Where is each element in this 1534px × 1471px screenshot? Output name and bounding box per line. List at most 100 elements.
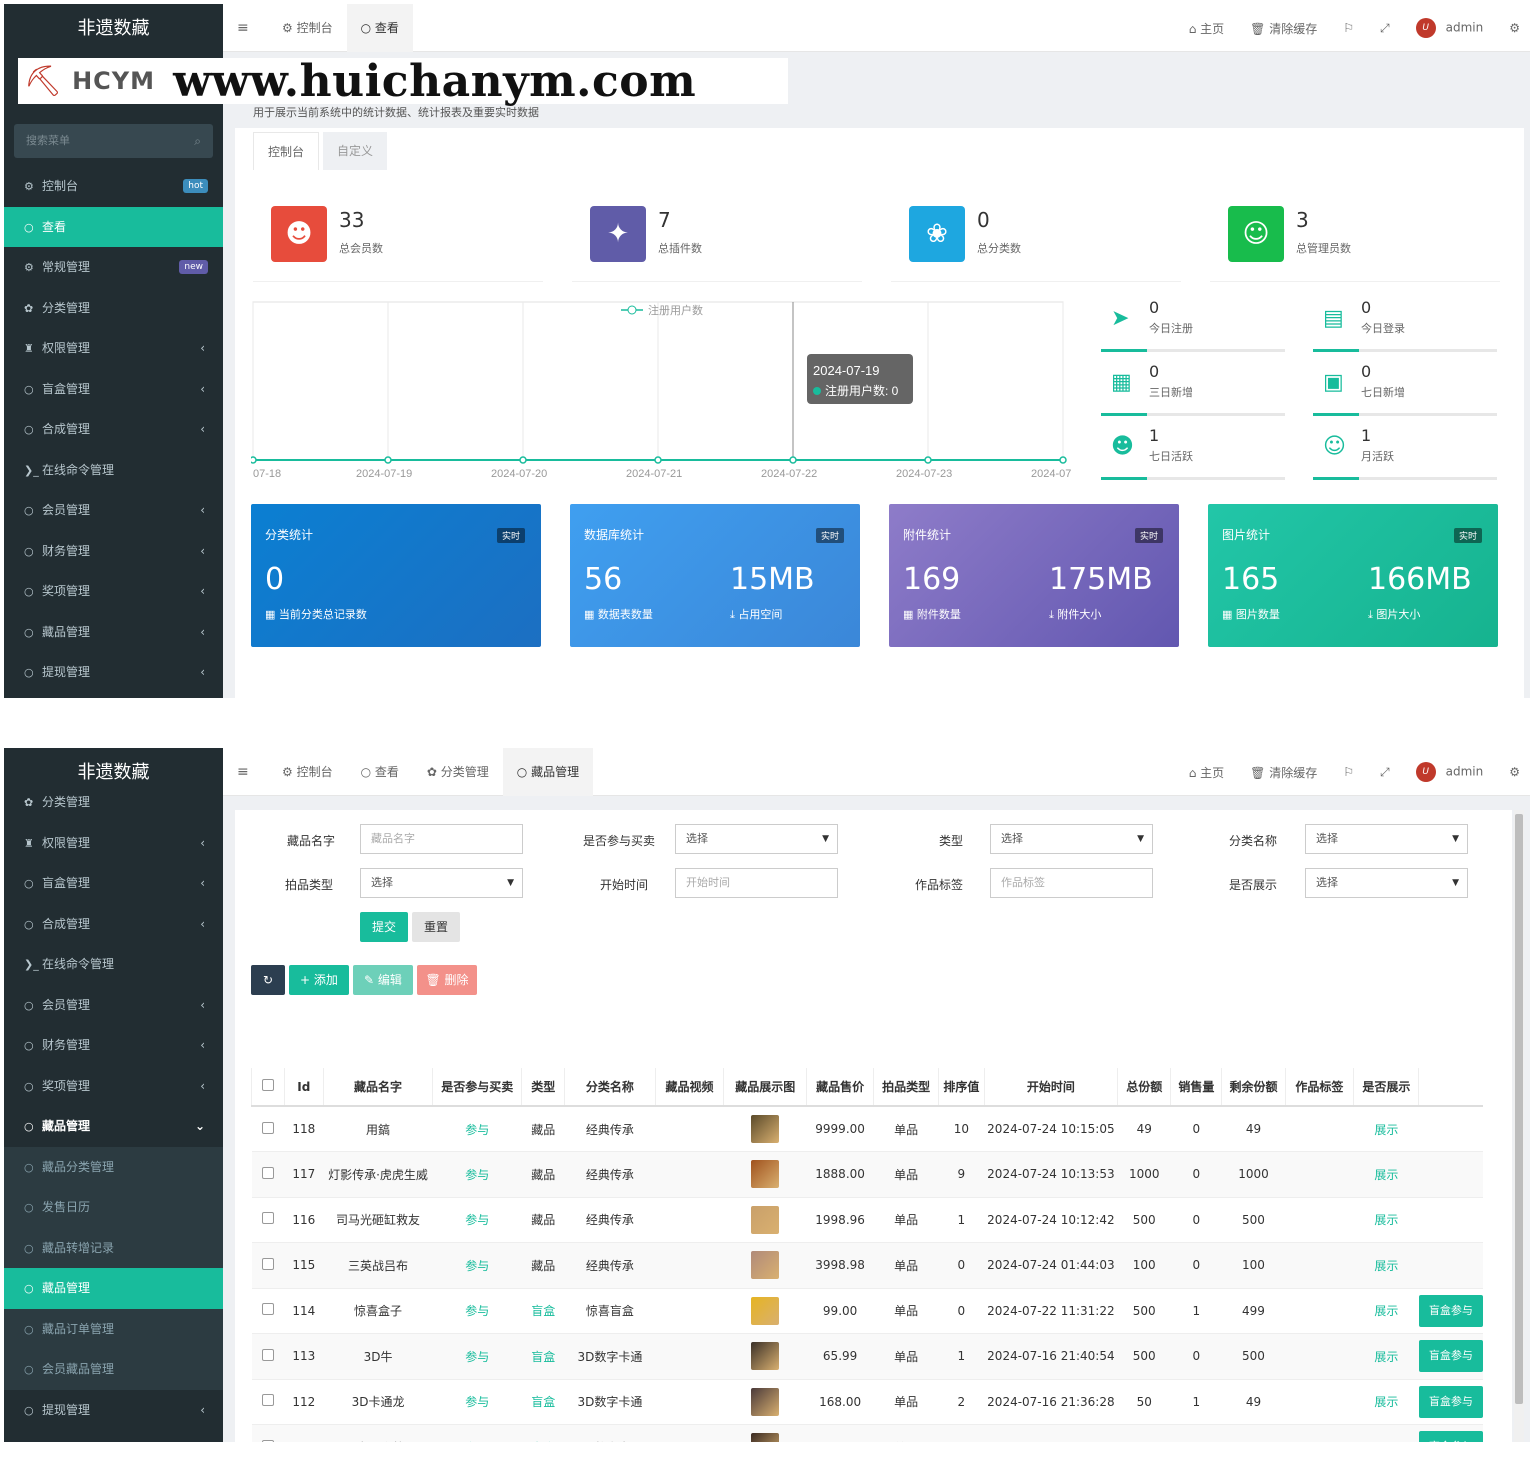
cell-image[interactable]	[723, 1378, 807, 1425]
tag-input[interactable]: 作品标签	[990, 868, 1153, 898]
menu-search-input[interactable]: 搜索菜单 ⌕	[14, 124, 213, 158]
clear-cache-link[interactable]: 🗑 清除缓存	[1250, 20, 1317, 37]
sidebar-item-8[interactable]: ○ 会员管理 ‹	[4, 490, 223, 531]
collection-thumbnail[interactable]	[751, 1205, 780, 1234]
row-checkbox[interactable]	[261, 1257, 274, 1270]
sidebar-item-5[interactable]: ○ 会员管理 ‹	[4, 985, 223, 1026]
fullscreen-icon[interactable]: ⤢	[1380, 21, 1390, 36]
cell-show[interactable]: 展示	[1353, 1424, 1419, 1442]
column-header[interactable]: 是否参与买卖	[432, 1068, 522, 1107]
blindbox-join-button[interactable]: 盲盒参与	[1418, 1385, 1483, 1418]
type-select[interactable]: 选择 ▼	[990, 824, 1153, 854]
data-point[interactable]	[519, 456, 527, 464]
cell-show[interactable]: 展示	[1353, 1333, 1419, 1379]
sidebar-item-6[interactable]: ○ 合成管理 ‹	[4, 409, 223, 450]
blindbox-join-button[interactable]: 盲盒参与	[1418, 1431, 1483, 1442]
cell-show[interactable]: 展示	[1353, 1378, 1419, 1425]
cell-show[interactable]: 展示	[1353, 1105, 1419, 1152]
cell-show[interactable]: 展示	[1353, 1151, 1419, 1197]
home-link[interactable]: ⌂ 主页	[1189, 764, 1224, 781]
tab-3[interactable]: ○ 藏品管理	[502, 748, 594, 796]
sidebar-item-6[interactable]: ○ 财务管理 ‹	[4, 1025, 223, 1066]
translate-icon[interactable]: ⚐	[1343, 765, 1354, 779]
sidebar-item-11[interactable]: ○ 藏品转增记录	[4, 1227, 223, 1268]
cell-show[interactable]: 展示	[1353, 1196, 1419, 1243]
add-button[interactable]: + 添加	[289, 965, 349, 995]
row-select[interactable]	[251, 1287, 285, 1334]
sidebar-item-4[interactable]: ♜ 权限管理 ‹	[4, 328, 223, 369]
table-row[interactable]: 115 三英战吕布 参与 藏品 经典传承 3998.98 单品 0 2024-07-24 01:…	[251, 1242, 1483, 1288]
column-header[interactable]: 藏品视频	[654, 1068, 724, 1107]
row-select[interactable]	[251, 1105, 285, 1152]
collection-thumbnail[interactable]	[751, 1160, 780, 1189]
category-select[interactable]: 选择 ▼	[1305, 824, 1468, 854]
column-header[interactable]: 分类名称	[564, 1068, 656, 1107]
column-header[interactable]: 销售量	[1170, 1068, 1222, 1107]
data-point[interactable]	[1059, 456, 1067, 464]
sidebar-item-10[interactable]: ○ 奖项管理 ‹	[4, 571, 223, 612]
sidebar-item-5[interactable]: ○ 盲盒管理 ‹	[4, 369, 223, 410]
column-header[interactable]: 作品标签	[1284, 1068, 1354, 1107]
fullscreen-icon[interactable]: ⤢	[1380, 765, 1390, 780]
row-select[interactable]	[251, 1424, 285, 1442]
table-row[interactable]: 1113D卡通宇航员参与盲盒3D数字卡通 66.00单品32024-07-16 2…	[251, 1424, 1483, 1442]
name-input[interactable]: 藏品名字	[360, 824, 523, 854]
collection-thumbnail[interactable]	[751, 1115, 780, 1143]
sidebar-item-11[interactable]: ○ 藏品管理 ‹	[4, 612, 223, 653]
collection-thumbnail[interactable]	[751, 1433, 780, 1442]
sidebar-item-4[interactable]: ❯_ 在线命令管理	[4, 944, 223, 985]
cell-image[interactable]	[723, 1242, 807, 1288]
column-header[interactable]: 总份额	[1117, 1068, 1171, 1107]
settings-gear-icon[interactable]: ⚙	[1509, 21, 1520, 35]
tab-0[interactable]: ⚙ 控制台	[268, 4, 347, 52]
show-select[interactable]: 选择 ▼	[1305, 868, 1468, 898]
legend-label[interactable]: 注册用户数	[648, 303, 703, 317]
refresh-button[interactable]: ↻	[251, 965, 285, 995]
sidebar-item-9[interactable]: ○ 藏品分类管理	[4, 1146, 223, 1187]
select-all-checkbox[interactable]	[261, 1079, 274, 1091]
column-header[interactable]: 藏品展示图	[723, 1068, 807, 1107]
user-menu[interactable]: Uadmin	[1415, 762, 1483, 782]
tab-1[interactable]: ○ 查看	[346, 4, 413, 52]
sidebar-item-12[interactable]: ○ 提现管理 ‹	[4, 652, 223, 693]
data-point[interactable]	[251, 456, 257, 464]
table-row[interactable]: 114 惊喜盒子 参与 盲盒 惊喜盲盒 99.00 单品 0 2024-07-22 11:31:…	[251, 1287, 1483, 1334]
sidebar-item-7[interactable]: ❯_ 在线命令管理	[4, 450, 223, 491]
table-row[interactable]: 118 用鎬 参与 藏品 经典传承 9999.00 单品 10 2024-07-24 10:15…	[251, 1105, 1483, 1152]
table-row[interactable]: 117 灯影传承·虎虎生威 参与 藏品 经典传承 1888.00 单品 9 2024-07-24…	[251, 1151, 1483, 1197]
sidebar-item-13[interactable]: ○ 藏品订单管理	[4, 1308, 223, 1349]
select-all-header[interactable]	[251, 1068, 285, 1107]
subtab-1[interactable]: 自定义	[323, 132, 388, 170]
sidebar-item-8[interactable]: ○ 藏品管理 ⌄	[4, 1106, 223, 1147]
vertical-scrollbar[interactable]	[1514, 810, 1524, 1442]
column-header[interactable]: 类型	[521, 1068, 565, 1107]
cell-image[interactable]	[723, 1287, 807, 1334]
column-header[interactable]: Id	[283, 1068, 324, 1107]
tab-0[interactable]: ⚙ 控制台	[268, 748, 347, 796]
sidebar-item-0[interactable]: ⚙ 控制台 hot	[4, 166, 223, 207]
reset-button[interactable]: 重置	[412, 912, 460, 942]
translate-icon[interactable]: ⚐	[1343, 21, 1354, 35]
collection-thumbnail[interactable]	[751, 1342, 780, 1371]
row-checkbox[interactable]	[261, 1212, 274, 1225]
user-menu[interactable]: Uadmin	[1415, 18, 1483, 38]
row-checkbox[interactable]	[261, 1348, 274, 1361]
tab-1[interactable]: ○ 查看	[347, 748, 413, 796]
sidebar-item-3[interactable]: ✿ 分类管理	[4, 288, 223, 329]
row-checkbox[interactable]	[261, 1439, 274, 1442]
sidebar-item-14[interactable]: ○ 会员藏品管理	[4, 1349, 223, 1390]
sidebar-toggle-icon[interactable]: ≡	[237, 4, 249, 52]
column-header[interactable]: 开始时间	[983, 1068, 1118, 1107]
sidebar-item-3[interactable]: ○ 合成管理 ‹	[4, 904, 223, 945]
column-header[interactable]: 拍品类型	[873, 1068, 939, 1107]
sidebar-item-12[interactable]: ○ 藏品管理	[4, 1268, 223, 1309]
column-header[interactable]: 藏品名字	[322, 1068, 433, 1107]
home-link[interactable]: ⌂ 主页	[1189, 20, 1224, 37]
column-header[interactable]: 排序值	[938, 1068, 985, 1107]
table-row[interactable]: 113 3D牛 参与 盲盒 3D数字卡通 65.99 单品 1 2024-07-16 21:40…	[251, 1333, 1483, 1379]
delete-button[interactable]: 🗑 删除	[417, 965, 477, 995]
column-header[interactable]: 剩余份额	[1221, 1068, 1286, 1107]
cell-show[interactable]: 展示	[1353, 1242, 1419, 1288]
sidebar-item-1[interactable]: ♜ 权限管理 ‹	[4, 823, 223, 864]
cell-image[interactable]	[723, 1333, 807, 1379]
